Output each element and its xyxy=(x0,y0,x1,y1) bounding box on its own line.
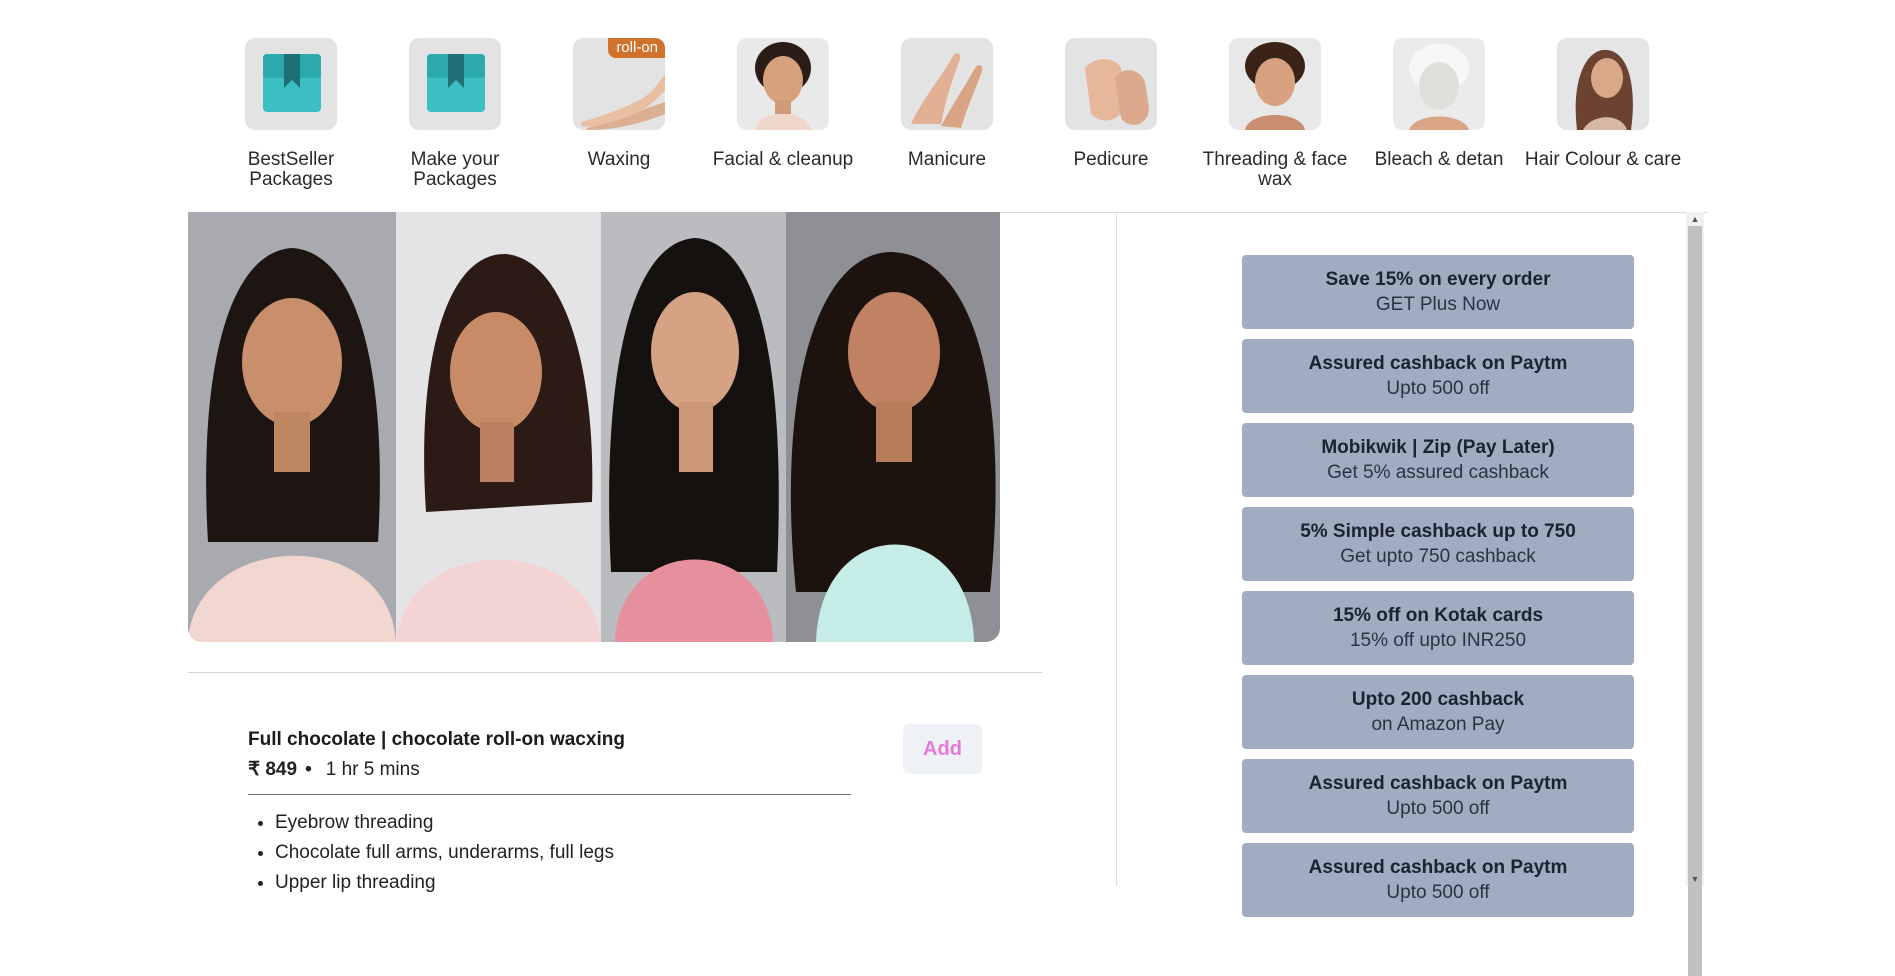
category-threading-face-wax[interactable]: Threading & face wax xyxy=(1193,38,1357,190)
category-label: Bleach & detan xyxy=(1374,149,1504,170)
face-mask-photo xyxy=(1393,38,1485,130)
offer-subtitle: 15% off upto INR250 xyxy=(1349,630,1527,651)
list-item: Chocolate full arms, underarms, full leg… xyxy=(275,838,614,868)
offer-title: 15% off on Kotak cards xyxy=(1332,605,1544,626)
offer-subtitle: Upto 500 off xyxy=(1386,798,1490,819)
list-item: Upper lip threading xyxy=(275,868,614,898)
hands-photo xyxy=(901,38,993,130)
threading-photo xyxy=(1229,38,1321,130)
category-label: Waxing xyxy=(587,149,651,170)
category-label: Facial & cleanup xyxy=(712,149,854,170)
category-label: Pedicure xyxy=(1073,149,1149,170)
roll-on-tag: roll-on xyxy=(608,38,665,58)
offer-title: Assured cashback on Paytm xyxy=(1308,773,1568,794)
category-waxing[interactable]: roll-on Waxing xyxy=(537,38,701,170)
section-divider xyxy=(188,672,1042,673)
offer-subtitle: on Amazon Pay xyxy=(1371,714,1505,735)
category-make-your-packages[interactable]: Make your Packages xyxy=(373,38,537,190)
category-label: Hair Colour & care xyxy=(1524,149,1682,170)
legs-photo: roll-on xyxy=(573,38,665,130)
offer-subtitle: Get 5% assured cashback xyxy=(1327,462,1549,483)
category-bestseller-packages[interactable]: BestSeller Packages xyxy=(209,38,373,190)
offer-card[interactable]: 5% Simple cashback up to 750 Get upto 75… xyxy=(1242,507,1634,581)
bookmark-box-icon xyxy=(245,38,337,130)
offer-card[interactable]: 15% off on Kotak cards 15% off upto INR2… xyxy=(1242,591,1634,665)
offer-title: Assured cashback on Paytm xyxy=(1308,857,1568,878)
model-photo-2 xyxy=(396,212,601,642)
face-photo xyxy=(737,38,829,130)
service-price: ₹ 849 xyxy=(248,759,298,780)
offer-card[interactable]: Save 15% on every order GET Plus Now xyxy=(1242,255,1634,329)
offer-title: Save 15% on every order xyxy=(1325,269,1551,290)
offer-card[interactable]: Assured cashback on Paytm Upto 500 off xyxy=(1242,759,1634,833)
offer-subtitle: Upto 500 off xyxy=(1386,378,1490,399)
offer-subtitle: Get upto 750 cashback xyxy=(1340,546,1536,567)
offers-list: Save 15% on every order GET Plus Now Ass… xyxy=(1242,255,1634,927)
service-title: Full chocolate | chocolate roll-on wacxi… xyxy=(248,729,625,750)
service-duration: 1 hr 5 mins xyxy=(325,758,420,780)
category-label: Manicure xyxy=(907,149,987,170)
category-label: Threading & face wax xyxy=(1202,149,1348,190)
offer-card[interactable]: Assured cashback on Paytm Upto 500 off xyxy=(1242,339,1634,413)
service-items-list: Eyebrow threading Chocolate full arms, u… xyxy=(248,808,614,898)
scrollbar-thumb[interactable] xyxy=(1688,226,1702,976)
model-photo-1 xyxy=(188,212,396,642)
category-bleach-detan[interactable]: Bleach & detan xyxy=(1357,38,1521,170)
model-photo-3 xyxy=(601,212,786,642)
offer-card[interactable]: Assured cashback on Paytm Upto 500 off xyxy=(1242,843,1634,917)
service-meta: ₹ 849 • 1 hr 5 mins xyxy=(248,758,420,781)
service-divider xyxy=(248,794,851,795)
category-label: BestSeller Packages xyxy=(247,149,335,190)
column-divider xyxy=(1116,212,1117,886)
category-pedicure[interactable]: Pedicure xyxy=(1029,38,1193,170)
offer-title: Assured cashback on Paytm xyxy=(1308,353,1568,374)
category-hair-colour-care[interactable]: Hair Colour & care xyxy=(1521,38,1685,170)
offers-scrollbar[interactable]: ▲ ▼ xyxy=(1686,212,1704,976)
scroll-up-arrow-icon[interactable]: ▲ xyxy=(1686,212,1704,226)
category-strip: BestSeller Packages Make your Packages r… xyxy=(0,0,1895,212)
offer-title: Mobikwik | Zip (Pay Later) xyxy=(1321,437,1555,458)
offer-card[interactable]: Upto 200 cashback on Amazon Pay xyxy=(1242,675,1634,749)
separator-dot: • xyxy=(305,758,312,780)
offer-card[interactable]: Mobikwik | Zip (Pay Later) Get 5% assure… xyxy=(1242,423,1634,497)
offer-subtitle: Upto 500 off xyxy=(1386,882,1490,903)
offer-title: 5% Simple cashback up to 750 xyxy=(1300,521,1576,542)
category-manicure[interactable]: Manicure xyxy=(865,38,1029,170)
bookmark-box-icon xyxy=(409,38,501,130)
offer-title: Upto 200 cashback xyxy=(1351,689,1525,710)
hair-photo xyxy=(1557,38,1649,130)
category-label: Make your Packages xyxy=(410,149,500,190)
add-button[interactable]: Add xyxy=(903,724,982,774)
list-item: Eyebrow threading xyxy=(275,808,614,838)
feet-photo xyxy=(1065,38,1157,130)
model-photo-4 xyxy=(786,212,1000,642)
offer-subtitle: GET Plus Now xyxy=(1375,294,1501,315)
scroll-down-arrow-icon[interactable]: ▼ xyxy=(1686,872,1704,886)
category-facial-cleanup[interactable]: Facial & cleanup xyxy=(701,38,865,170)
hair-banner-image xyxy=(188,212,1000,642)
